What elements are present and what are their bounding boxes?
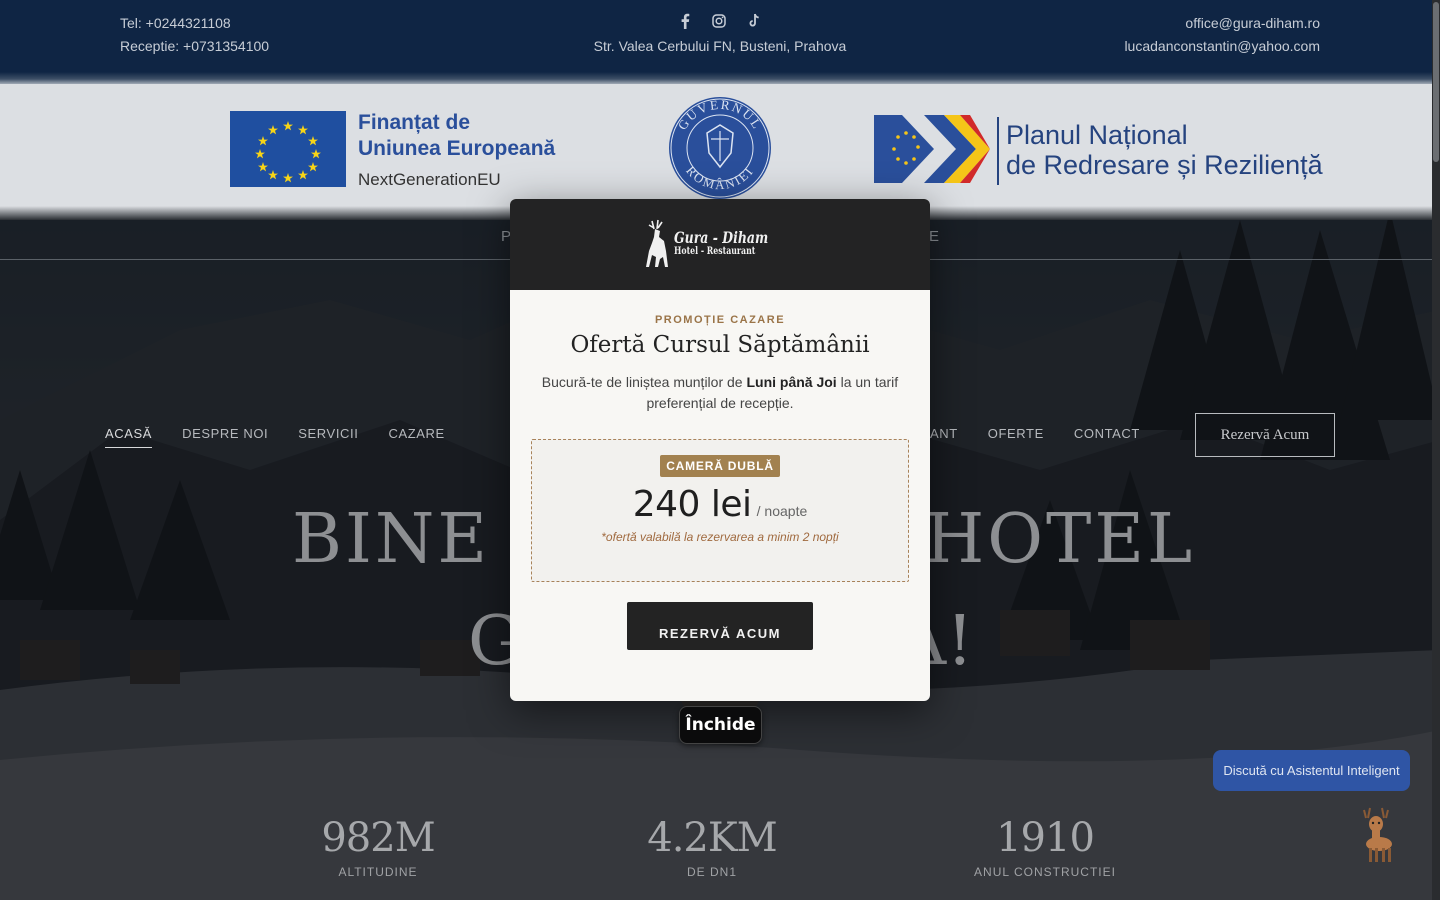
- deer-chatbot-icon[interactable]: [1352, 806, 1400, 868]
- main-navigation-right: URANT OFERTE CONTACT: [910, 426, 1140, 441]
- modal-close-button[interactable]: Închide: [679, 706, 762, 744]
- stat-value: 982M: [321, 815, 435, 861]
- stat-label: ANUL CONSTRUCTIEI: [974, 865, 1116, 879]
- stat-altitude: 982M ALTITUDINE: [248, 815, 508, 879]
- modal-title: Ofertă Cursul Săptămânii: [570, 332, 870, 358]
- offer-card: CAMERĂ DUBLĂ 240 lei / noapte *ofertă va…: [531, 439, 909, 582]
- nav-item-oferte[interactable]: OFERTE: [988, 426, 1044, 441]
- nav-item-cazare[interactable]: CAZARE: [388, 426, 444, 448]
- funding-banner: Finanțat de Uniunea Europeană NextGenera…: [0, 84, 1440, 214]
- promo-eyebrow: PROMOȚIE CAZARE: [654, 314, 786, 326]
- nav-item-acasa[interactable]: ACASĂ: [105, 426, 153, 448]
- offer-fine-print: *ofertă valabilă la rezervarea a minim 2…: [601, 530, 839, 544]
- logo-name: Gura - Diham: [673, 227, 768, 247]
- ai-assistant-chat-button[interactable]: Discută cu Asistentul Inteligent: [1213, 750, 1410, 791]
- stat-label: DE DN1: [686, 865, 737, 879]
- eu-nextgen-label: NextGenerationEU: [358, 170, 501, 189]
- nav-item-servicii[interactable]: SERVICII: [298, 426, 358, 448]
- promo-modal: Gura - Diham Hotel - Restaurant PROMOȚIE…: [510, 199, 930, 701]
- contact-email[interactable]: lucadanconstantin@yahoo.com: [1124, 35, 1320, 58]
- pnrr-line1: Planul Național: [1006, 120, 1188, 150]
- stat-distance: 4.2KM DE DN1: [582, 815, 842, 879]
- modal-description: Bucură-te de liniștea munților de Luni p…: [541, 374, 899, 411]
- modal-header: Gura - Diham Hotel - Restaurant: [510, 199, 930, 290]
- offer-price: 240 lei: [632, 484, 752, 525]
- nav-item-despre-noi[interactable]: DESPRE NOI: [182, 426, 268, 448]
- hero-title-right: HOTEL: [925, 500, 1196, 579]
- office-email[interactable]: office@gura-diham.ro: [1124, 12, 1320, 35]
- facebook-icon[interactable]: [680, 13, 690, 32]
- nav-item-contact[interactable]: CONTACT: [1074, 426, 1140, 441]
- pnrr-logo-icon: [874, 115, 990, 187]
- deer-logo-icon: [645, 219, 668, 267]
- eu-funded-line1: Finanțat de: [358, 111, 471, 134]
- nav-book-now-button[interactable]: Rezervă Acum: [1195, 413, 1335, 457]
- instagram-icon[interactable]: [711, 13, 726, 31]
- tiktok-icon[interactable]: [748, 13, 761, 31]
- modal-book-now-button[interactable]: REZERVĂ ACUM: [627, 602, 813, 650]
- subnav-fragment-right[interactable]: E: [929, 228, 939, 245]
- price-unit: / noapte: [756, 503, 808, 519]
- top-contact-bar: Tel: +0244321108 Receptie: +0731354100 S…: [0, 0, 1440, 80]
- room-type-badge: CAMERĂ DUBLĂ: [660, 455, 780, 477]
- romanian-government-seal: GUVERNUL ROMÂNIEI: [667, 95, 773, 201]
- logo-subtitle: Hotel - Restaurant: [673, 245, 755, 257]
- weekday-range: Luni până Joi: [746, 374, 837, 390]
- stat-value: 1910: [996, 815, 1095, 861]
- eu-flag-logo: [230, 111, 346, 187]
- stat-value: 4.2KM: [647, 815, 777, 861]
- eu-funded-line2: Uniunea Europeană: [358, 137, 556, 160]
- stat-label: ALTITUDINE: [338, 865, 418, 879]
- stat-year: 1910 ANUL CONSTRUCTIEI: [915, 815, 1175, 879]
- hotel-logo: Gura - Diham Hotel - Restaurant: [645, 219, 795, 271]
- page-scrollbar[interactable]: [1432, 0, 1440, 900]
- pnrr-line2: de Redresare și Reziliență: [1006, 150, 1323, 180]
- main-navigation: ACASĂ DESPRE NOI SERVICII CAZARE: [105, 426, 445, 448]
